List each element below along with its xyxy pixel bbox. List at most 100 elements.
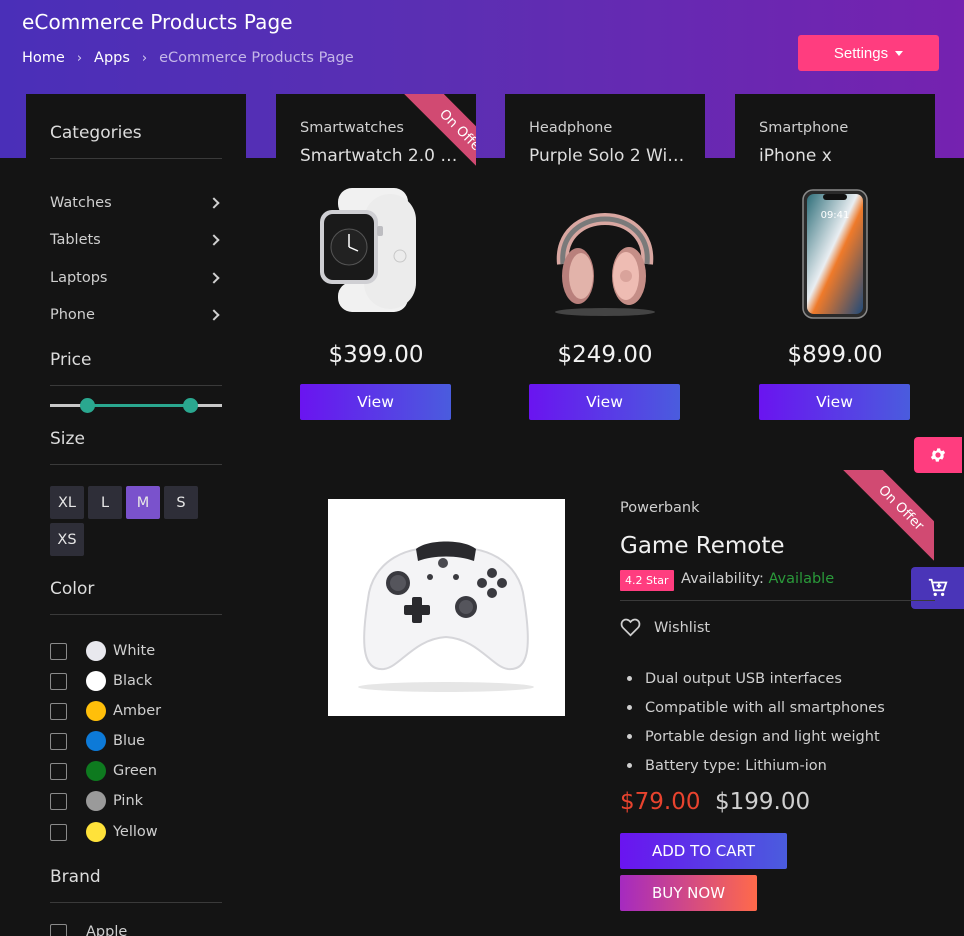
product-price: $249.00 [557, 342, 653, 368]
wishlist-button[interactable]: Wishlist [620, 618, 710, 637]
chevron-right-icon [208, 234, 220, 246]
color-label: Pink [113, 793, 144, 809]
color-checkbox[interactable] [50, 642, 67, 660]
size-option-m[interactable]: M [126, 486, 160, 519]
color-swatch [86, 822, 106, 842]
breadcrumb-separator-icon: › [141, 50, 148, 66]
color-label: Amber [113, 703, 162, 719]
availability-label: Availability: [681, 571, 764, 587]
floating-cart-button[interactable] [911, 567, 964, 609]
game-remote-image [328, 499, 565, 716]
color-checkbox[interactable] [50, 762, 67, 780]
heart-icon [620, 618, 641, 637]
brand-heading: Brand [50, 867, 101, 887]
size-option-xs[interactable]: XS [50, 523, 84, 556]
price-slider-min-handle[interactable] [80, 398, 95, 413]
floating-settings-button[interactable] [914, 437, 962, 473]
product-name[interactable]: Purple Solo 2 Wireless [529, 146, 689, 166]
view-product-button[interactable]: View [529, 384, 680, 420]
color-heading: Color [50, 579, 95, 599]
settings-button-label: Settings [833, 44, 889, 62]
product-price: $399.00 [328, 342, 424, 368]
category-item-laptops[interactable]: Laptops [50, 266, 222, 290]
availability: Availability: Available [681, 571, 834, 587]
color-checkbox[interactable] [50, 702, 67, 720]
filter-sidebar: Categories Watches Tablets Laptops Phone… [26, 94, 246, 936]
chevron-right-icon [208, 272, 220, 284]
divider [620, 600, 935, 601]
color-option-blue[interactable]: Blue [50, 731, 145, 751]
rating-badge: 4.2 Star [620, 570, 674, 591]
divider [50, 464, 222, 465]
color-label: White [113, 643, 156, 659]
brand-option-apple[interactable]: Apple [50, 922, 127, 936]
category-label: Laptops [50, 270, 108, 286]
category-label: Phone [50, 307, 95, 323]
color-option-pink[interactable]: Pink [50, 791, 143, 811]
headphone-image [505, 184, 705, 320]
category-item-tablets[interactable]: Tablets [50, 228, 222, 252]
product-category: Smartphone [759, 120, 849, 136]
color-swatch [86, 701, 106, 721]
breadcrumb-current: eCommerce Products Page [159, 50, 354, 66]
product-category: Headphone [529, 120, 613, 136]
view-product-button[interactable]: View [300, 384, 451, 420]
category-item-watches[interactable]: Watches [50, 191, 222, 215]
detail-product-name: Game Remote [620, 533, 785, 559]
color-option-black[interactable]: Black [50, 671, 152, 691]
size-option-s[interactable]: S [164, 486, 198, 519]
categories-heading: Categories [50, 123, 142, 143]
chevron-right-icon [208, 309, 220, 321]
color-label: Blue [113, 733, 146, 749]
product-name[interactable]: iPhone x [759, 146, 919, 166]
size-heading: Size [50, 429, 85, 449]
add-to-cart-button[interactable]: ADD TO CART [620, 833, 787, 869]
product-card-headphone: Headphone Purple Solo 2 Wireless $249.00… [505, 94, 705, 434]
color-label: Black [113, 673, 153, 689]
feature-item: Portable design and light weight [627, 722, 885, 751]
price-heading: Price [50, 350, 92, 370]
color-checkbox[interactable] [50, 792, 67, 810]
color-swatch [86, 791, 106, 811]
sale-price: $79.00 [620, 789, 701, 815]
divider [50, 385, 222, 386]
feature-item: Compatible with all smartphones [627, 693, 885, 722]
brand-label: Apple [86, 924, 128, 936]
divider [50, 614, 222, 615]
original-price: $199.00 [715, 789, 811, 815]
wishlist-label: Wishlist [654, 619, 711, 636]
on-offer-ribbon: On Offer [841, 470, 934, 563]
category-label: Watches [50, 195, 112, 211]
caret-down-icon [895, 50, 904, 56]
feature-list: Dual output USB interfaces Compatible wi… [627, 664, 885, 780]
buy-now-button[interactable]: BUY NOW [620, 875, 757, 911]
price-slider-max-handle[interactable] [183, 398, 198, 413]
chevron-right-icon [208, 197, 220, 209]
color-checkbox[interactable] [50, 732, 67, 750]
color-option-amber[interactable]: Amber [50, 701, 161, 721]
size-option-xl[interactable]: XL [50, 486, 84, 519]
view-product-button[interactable]: View [759, 384, 910, 420]
color-label: Yellow [113, 824, 158, 840]
availability-status: Available [768, 571, 835, 587]
color-swatch [86, 641, 106, 661]
settings-dropdown-button[interactable]: Settings [798, 35, 939, 71]
category-item-phone[interactable]: Phone [50, 303, 222, 327]
color-option-white[interactable]: White [50, 641, 155, 661]
smartwatch-image [276, 184, 476, 320]
divider [50, 902, 222, 903]
product-name[interactable]: Smartwatch 2.0 LTE Wifi [300, 146, 460, 166]
color-checkbox[interactable] [50, 823, 67, 841]
breadcrumb-apps[interactable]: Apps [94, 50, 130, 66]
detail-ribbon-container: On Offer [835, 470, 934, 563]
size-option-l[interactable]: L [88, 486, 122, 519]
breadcrumb-home[interactable]: Home [22, 50, 65, 66]
color-option-green[interactable]: Green [50, 761, 157, 781]
brand-checkbox[interactable] [50, 923, 67, 936]
color-option-yellow[interactable]: Yellow [50, 822, 158, 842]
product-price: $899.00 [787, 342, 883, 368]
color-checkbox[interactable] [50, 672, 67, 690]
category-label: Tablets [50, 232, 101, 248]
cart-icon [928, 578, 948, 597]
feature-item: Battery type: Lithium-ion [627, 751, 885, 780]
